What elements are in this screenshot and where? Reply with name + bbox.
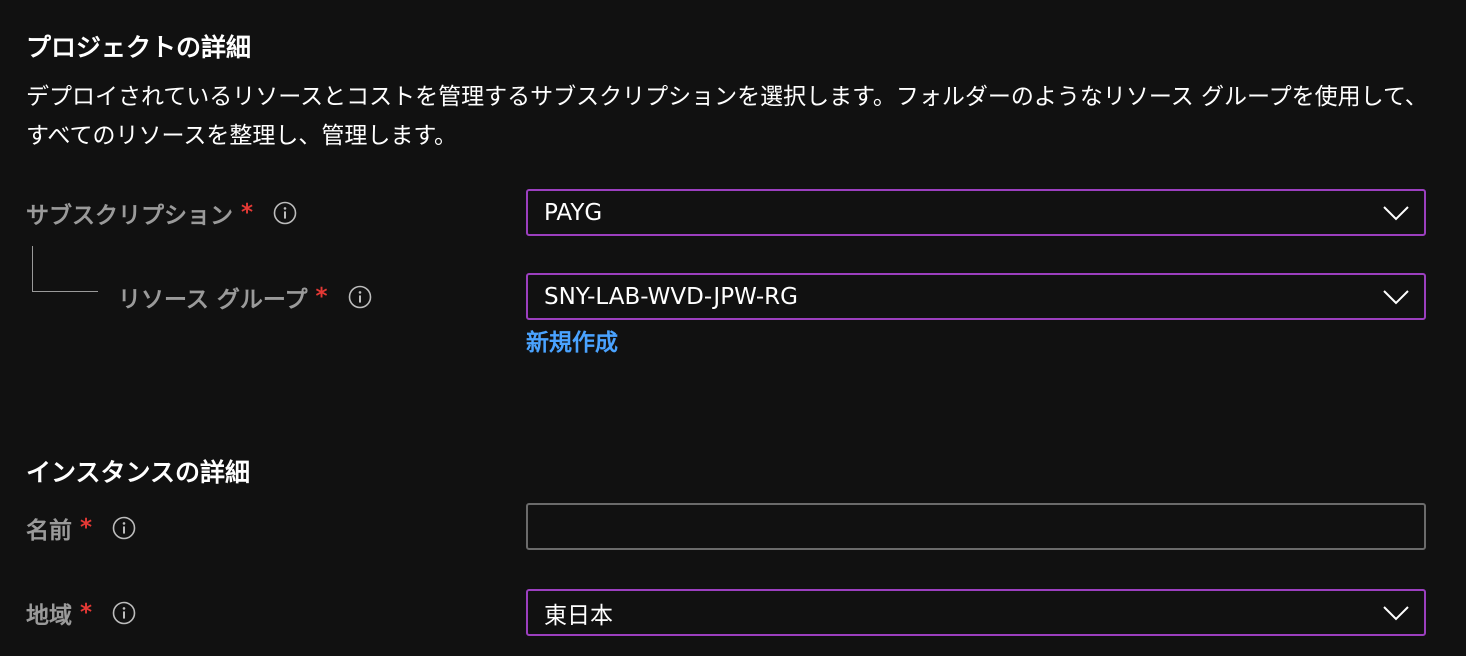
subscription-value: PAYG [544, 199, 603, 226]
resource-group-label-row: リソース グループ * [118, 274, 372, 320]
resource-group-label: リソース グループ [118, 287, 308, 313]
subscription-label: サブスクリプション [26, 203, 233, 229]
create-new-resource-group-link[interactable]: 新規作成 [526, 323, 618, 357]
name-label-row: 名前 * [26, 505, 136, 551]
info-icon[interactable] [273, 201, 297, 225]
project-details-title: プロジェクトの詳細 [26, 33, 252, 62]
chevron-down-icon [1383, 605, 1409, 620]
required-marker: * [80, 600, 93, 626]
chevron-down-icon [1383, 205, 1409, 220]
name-input[interactable] [526, 503, 1426, 550]
subscription-label-row: サブスクリプション * [26, 190, 297, 236]
resource-group-value: SNY-LAB-WVD-JPW-RG [544, 283, 798, 310]
subscription-select[interactable]: PAYG [526, 189, 1426, 236]
region-label: 地域 [26, 603, 72, 629]
required-marker: * [315, 284, 328, 310]
project-details-description: デプロイされているリソースとコストを管理するサブスクリプションを選択します。フォ… [26, 84, 1428, 149]
info-icon[interactable] [348, 285, 372, 309]
required-marker: * [80, 515, 93, 541]
region-label-row: 地域 * [26, 590, 136, 636]
name-label: 名前 [26, 518, 72, 544]
resource-group-select[interactable]: SNY-LAB-WVD-JPW-RG [526, 273, 1426, 320]
region-select[interactable]: 東日本 [526, 589, 1426, 636]
info-icon[interactable] [112, 516, 136, 540]
required-marker: * [241, 200, 254, 226]
chevron-down-icon [1383, 289, 1409, 304]
hierarchy-connector [32, 246, 98, 292]
region-value: 東日本 [544, 602, 613, 629]
info-icon[interactable] [112, 601, 136, 625]
instance-details-title: インスタンスの詳細 [26, 458, 251, 487]
